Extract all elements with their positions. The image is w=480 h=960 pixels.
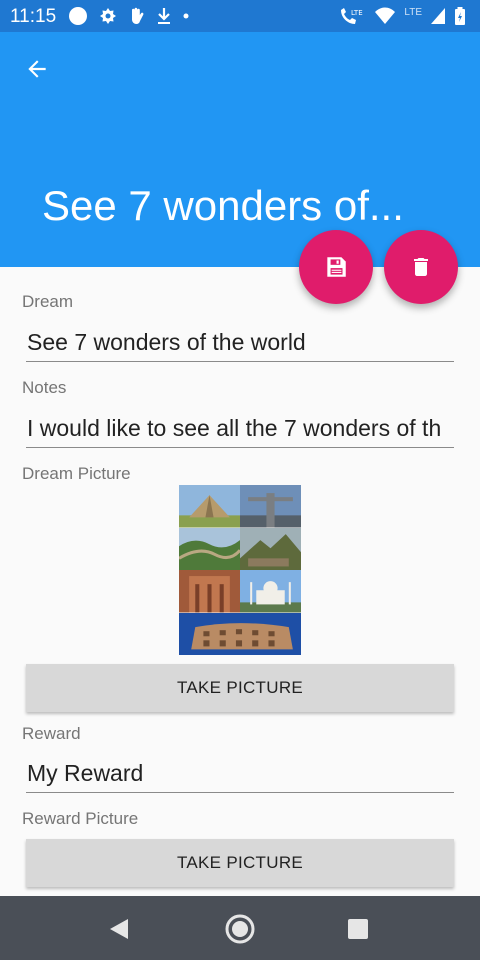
reward-label: Reward — [22, 724, 81, 743]
page-title: See 7 wonders of... — [42, 182, 404, 229]
machu-picchu-image — [240, 527, 301, 570]
notification-icons — [68, 6, 190, 26]
colosseum-image — [179, 612, 301, 655]
triangle-back-icon — [110, 919, 128, 939]
christ-redeemer-image — [240, 485, 301, 528]
dream-field[interactable] — [26, 318, 454, 362]
notes-label: Notes — [22, 378, 67, 397]
dot-notification-icon — [183, 13, 189, 19]
wifi-icon — [375, 7, 396, 24]
dream-picture — [179, 485, 301, 655]
great-wall-image — [179, 527, 240, 570]
reward-picture-label: Reward Picture — [22, 809, 139, 828]
dream-picture-label: Dream Picture — [22, 464, 131, 483]
take-dream-picture-button[interactable]: TAKE PICTURE — [26, 664, 454, 712]
save-button[interactable] — [299, 230, 373, 304]
arrow-left-icon — [28, 60, 46, 78]
floppy-disk-icon — [327, 257, 346, 277]
delete-button[interactable] — [384, 230, 458, 304]
trash-icon — [414, 258, 428, 276]
system-icons: LTE LTE — [338, 6, 466, 26]
hand-notification-icon — [132, 7, 144, 25]
taj-mahal-image — [240, 570, 301, 613]
circle-notification-icon — [69, 7, 87, 25]
lte-call-icon: LTE — [341, 8, 363, 24]
svg-text:LTE: LTE — [351, 9, 363, 17]
nav-back-button[interactable] — [102, 912, 136, 946]
battery-icon — [455, 7, 465, 25]
notes-field[interactable] — [26, 404, 454, 448]
navigation-bar — [0, 896, 480, 960]
back-button[interactable] — [14, 52, 60, 86]
download-notification-icon — [158, 8, 170, 24]
status-time: 11:15 — [10, 6, 57, 27]
reward-field[interactable] — [26, 749, 454, 793]
nav-home-button[interactable] — [223, 912, 257, 946]
square-recents-icon — [348, 919, 368, 939]
take-reward-picture-button[interactable]: TAKE PICTURE — [26, 839, 454, 887]
status-bar: 11:15 LTE LTE — [0, 0, 480, 32]
home-circle-icon — [225, 914, 255, 944]
petra-image — [179, 570, 240, 613]
nav-recents-button[interactable] — [341, 912, 375, 946]
cell-signal-icon — [431, 8, 445, 24]
settings-notification-icon — [100, 8, 116, 24]
dream-label: Dream — [22, 292, 74, 311]
chichen-itza-image — [179, 485, 240, 528]
lte-label: LTE — [404, 6, 422, 18]
